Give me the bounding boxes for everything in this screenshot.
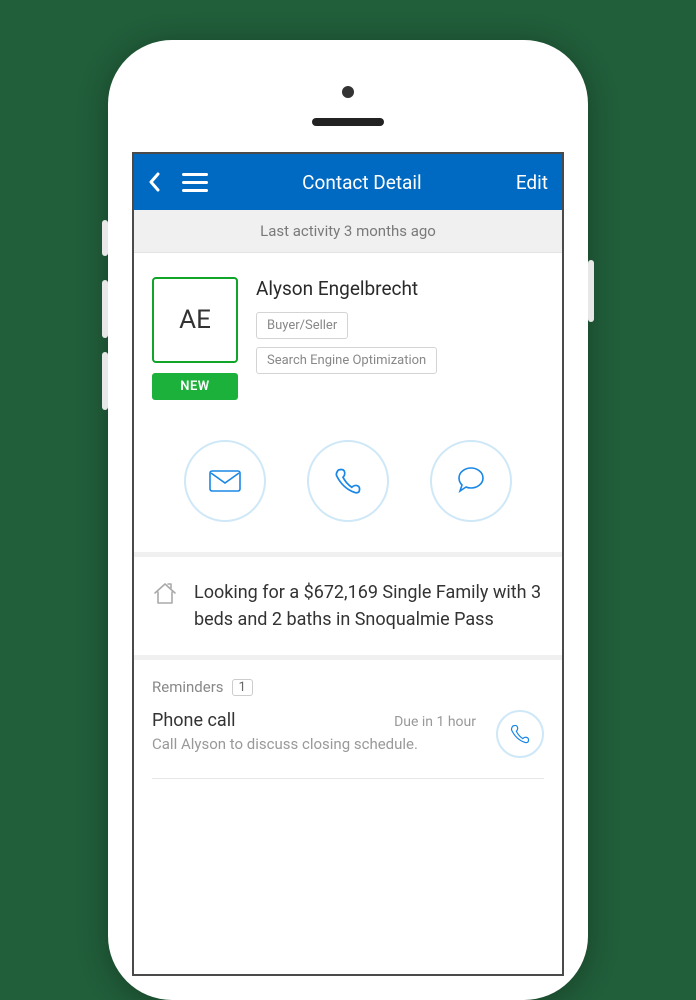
reminder-desc: Call Alyson to discuss closing schedule. xyxy=(152,735,488,753)
page-title: Contact Detail xyxy=(208,171,516,194)
volume-down xyxy=(102,352,108,410)
camera-dot xyxy=(342,86,354,98)
screen: Contact Detail Edit Last activity 3 mont… xyxy=(132,152,564,976)
phone-icon xyxy=(333,466,363,496)
reminder-item[interactable]: Phone call Due in 1 hour Call Alyson to … xyxy=(152,710,544,779)
app-header: Contact Detail Edit xyxy=(134,154,562,210)
tag[interactable]: Buyer/Seller xyxy=(256,312,348,339)
reminder-due: Due in 1 hour xyxy=(394,714,476,730)
activity-bar: Last activity 3 months ago xyxy=(134,210,562,253)
chat-button[interactable] xyxy=(430,440,512,522)
edit-button[interactable]: Edit xyxy=(516,171,548,194)
email-button[interactable] xyxy=(184,440,266,522)
contact-name: Alyson Engelbrecht xyxy=(256,277,544,300)
looking-card: Looking for a $672,169 Single Family wit… xyxy=(134,557,562,660)
house-icon xyxy=(152,581,178,607)
tag[interactable]: Search Engine Optimization xyxy=(256,347,437,374)
speaker-grille xyxy=(312,118,384,126)
mute-switch xyxy=(102,220,108,256)
chat-icon xyxy=(455,466,487,496)
status-badge: NEW xyxy=(152,373,238,400)
menu-icon[interactable] xyxy=(182,173,208,192)
phone-icon xyxy=(509,723,531,745)
power-button xyxy=(588,260,594,322)
reminders-count: 1 xyxy=(232,679,253,696)
looking-text: Looking for a $672,169 Single Family wit… xyxy=(194,579,544,633)
phone-frame: Contact Detail Edit Last activity 3 mont… xyxy=(108,40,588,1000)
reminders-label: Reminders xyxy=(152,678,224,696)
contact-summary: AE NEW Alyson Engelbrecht Buyer/Seller S… xyxy=(134,253,562,420)
back-icon[interactable] xyxy=(148,172,160,192)
mail-icon xyxy=(209,470,241,492)
action-row xyxy=(134,420,562,557)
volume-up xyxy=(102,280,108,338)
reminder-title: Phone call xyxy=(152,710,235,731)
reminders-section: Reminders 1 Phone call Due in 1 hour Cal… xyxy=(134,660,562,779)
call-button[interactable] xyxy=(307,440,389,522)
avatar: AE xyxy=(152,277,238,363)
reminder-call-button[interactable] xyxy=(496,710,544,758)
